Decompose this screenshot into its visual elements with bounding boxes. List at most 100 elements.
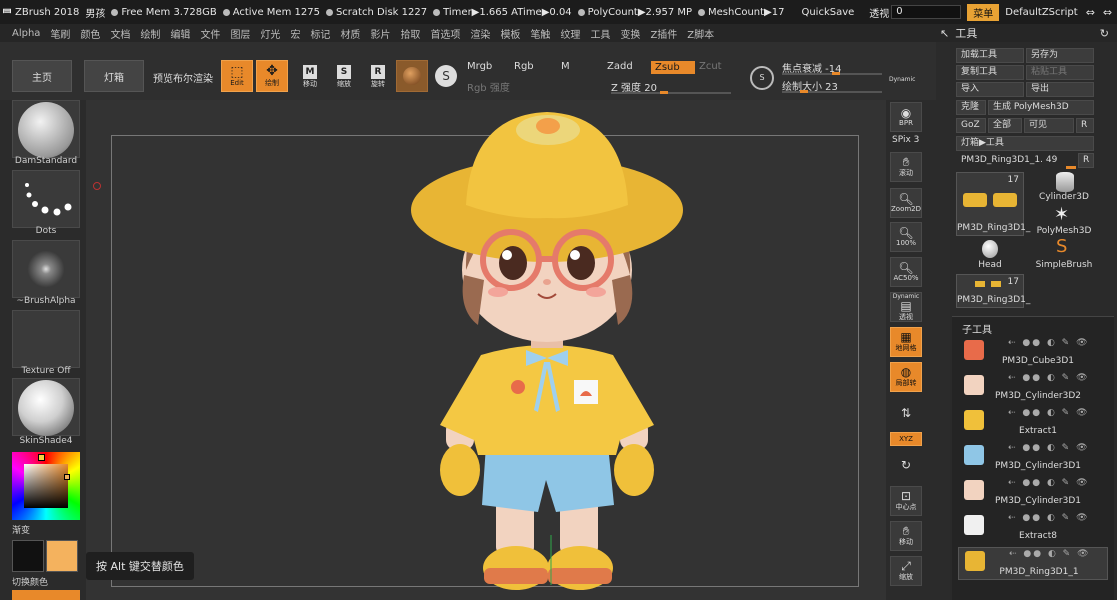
copy-tool-button[interactable]: 复制工具 (956, 65, 1024, 80)
spix-slider[interactable]: SPix 3 (892, 135, 919, 145)
subtool-row[interactable]: ⇠ ●● ◐ ✎ 👁︎ Extract1 (958, 407, 1108, 440)
menu-item[interactable]: 笔刷 (50, 26, 70, 41)
zoom2d-button[interactable]: 🔍︎ Zoom2D (890, 188, 922, 218)
toggle-icon[interactable]: ⇔ (1086, 6, 1095, 19)
goz-r-button[interactable]: R (1076, 118, 1094, 133)
tool-thumb-cylinder[interactable]: Cylinder3D (1030, 172, 1098, 204)
rgb-intensity-slider[interactable]: Rgb 强度 (467, 79, 510, 94)
scroll-button[interactable]: ✋︎ 滚动 (890, 152, 922, 182)
arrow-icon[interactable]: ↖ (940, 27, 949, 40)
material-swatch[interactable] (396, 60, 428, 92)
subtool-row[interactable]: ⇠ ●● ◐ ✎ 👁︎ PM3D_Cylinder3D1 (958, 442, 1108, 475)
center-point-button[interactable]: ⊡ 中心点 (890, 486, 922, 516)
scale-button[interactable]: S 缩放 (332, 62, 356, 92)
zcut-button[interactable]: Zcut (699, 61, 722, 72)
switch-color-button[interactable]: 切换颜色 (12, 575, 48, 588)
draw-button[interactable]: ✥ 绘制 (256, 60, 288, 92)
make-polymesh-button[interactable]: 生成 PolyMesh3D (988, 100, 1094, 115)
material-selector[interactable] (12, 378, 80, 436)
subtool-visibility-icons[interactable]: ⇠ ●● ◐ ✎ 👁︎ (1008, 513, 1090, 523)
goz-visible-button[interactable]: 可见 (1024, 118, 1074, 133)
menu-item[interactable]: 影片 (370, 26, 390, 41)
subtool-visibility-icons[interactable]: ⇠ ●● ◐ ✎ 👁︎ (1008, 338, 1090, 348)
document-canvas[interactable] (86, 100, 886, 600)
edit-button[interactable]: ⬚ Edit (221, 60, 253, 92)
stroke-icon[interactable]: S (435, 65, 457, 87)
rgb-button[interactable]: Rgb (514, 61, 534, 72)
stroke-selector[interactable] (12, 170, 80, 228)
tool-thumb-polymesh[interactable]: ✶ PolyMesh3D (1030, 204, 1098, 238)
goz-all-button[interactable]: 全部 (988, 118, 1022, 133)
focal-shift-knob[interactable] (832, 72, 840, 75)
subtool-visibility-icons[interactable]: ⇠ ●● ◐ ✎ 👁︎ (1008, 373, 1090, 383)
subtool-visibility-icons[interactable]: ⇠ ●● ◐ ✎ 👁︎ (1008, 478, 1090, 488)
half-size-button[interactable]: 🔍︎ AC50% (890, 257, 922, 287)
subtool-row[interactable]: ⇠ ●● ◐ ✎ 👁︎ PM3D_Cylinder3D1 (958, 477, 1108, 510)
mrgb-button[interactable]: Mrgb (467, 61, 492, 72)
menu-item[interactable]: 文档 (110, 26, 130, 41)
menu-item[interactable]: 灯光 (260, 26, 280, 41)
bpr-button[interactable]: ◉ BPR (890, 102, 922, 132)
perspective-button[interactable]: Dynamic ▤ 透视 (890, 292, 922, 322)
menu-item[interactable]: 绘制 (140, 26, 160, 41)
menu-item[interactable]: 拾取 (400, 26, 420, 41)
subtool-row[interactable]: ⇠ ●● ◐ ✎ 👁︎ PM3D_Ring3D1_1 (958, 547, 1108, 580)
menu-item[interactable]: 编辑 (170, 26, 190, 41)
subtool-visibility-icons[interactable]: ⇠ ●● ◐ ✎ 👁︎ (1008, 443, 1090, 453)
actual-size-button[interactable]: 🔍︎ 100% (890, 222, 922, 252)
subtool-visibility-icons[interactable]: ⇠ ●● ◐ ✎ 👁︎ (1008, 408, 1090, 418)
menu-item[interactable]: 首选项 (430, 26, 460, 41)
tool-thumb-ring-2[interactable]: 17 PM3D_Ring3D1_ (956, 274, 1030, 308)
tool-thumb-head[interactable]: Head (956, 240, 1024, 272)
home-button[interactable]: 主页 (12, 60, 72, 92)
color-picker[interactable] (12, 452, 80, 520)
scale-view-button[interactable]: ⤢ 缩放 (890, 556, 922, 586)
dynamic-toggle[interactable]: Dynamic (889, 76, 915, 83)
subtool-row[interactable]: ⇠ ●● ◐ ✎ 👁︎ PM3D_Cube3D1 (958, 337, 1108, 370)
menu-item[interactable]: Alpha (12, 28, 40, 39)
subtool-row[interactable]: ⇠ ●● ◐ ✎ 👁︎ Extract8 (958, 512, 1108, 545)
menu-item[interactable]: 标记 (310, 26, 330, 41)
secondary-color-swatch[interactable] (46, 540, 78, 572)
fill-bar[interactable] (12, 590, 80, 600)
rotate-button[interactable]: R 旋转 (366, 62, 390, 92)
move-button[interactable]: M 移动 (298, 62, 322, 92)
tool-thumb-ring[interactable]: 17 PM3D_Ring3D1_ (956, 172, 1030, 236)
draw-size-knob[interactable] (800, 90, 808, 93)
menu-item[interactable]: 颜色 (80, 26, 100, 41)
menu-item[interactable]: 纹理 (560, 26, 580, 41)
tool-thumb-simplebrush[interactable]: S SimpleBrush (1030, 236, 1098, 272)
lazy-mouse-icon[interactable]: S (750, 66, 774, 90)
subtool-row[interactable]: ⇠ ●● ◐ ✎ 👁︎ PM3D_Cylinder3D2 (958, 372, 1108, 405)
brush-selector[interactable] (12, 100, 80, 158)
alpha-selector[interactable] (12, 240, 80, 298)
zsub-button[interactable]: Zsub (651, 61, 695, 74)
menu-item[interactable]: 图层 (230, 26, 250, 41)
perspective-slider[interactable]: 透视 0 (869, 5, 962, 20)
m-button[interactable]: M (561, 61, 570, 72)
character-model[interactable] (86, 100, 886, 600)
refresh-icon[interactable]: ↻ (1100, 27, 1109, 40)
export-button[interactable]: 导出 (1026, 82, 1094, 97)
local-symmetry-button[interactable]: ◍ 局部转 (890, 362, 922, 392)
lightbox-button[interactable]: 灯箱 (84, 60, 144, 92)
load-tool-button[interactable]: 加载工具 (956, 48, 1024, 63)
paste-tool-button[interactable]: 粘贴工具 (1026, 65, 1094, 80)
toggle-icon[interactable]: ⇔ (1103, 6, 1112, 19)
floor-grid-button[interactable]: ▦ 地网格 (890, 327, 922, 357)
move-view-button[interactable]: ✋︎ 移动 (890, 521, 922, 551)
import-button[interactable]: 导入 (956, 82, 1024, 97)
current-tool-knob[interactable] (1066, 166, 1076, 169)
menu-item[interactable]: 变换 (620, 26, 640, 41)
primary-color-swatch[interactable] (12, 540, 44, 572)
default-zscript[interactable]: DefaultZScript (1005, 7, 1077, 18)
save-as-button[interactable]: 另存为 (1026, 48, 1094, 63)
preview-bool-button[interactable]: 预览布尔渲染 (153, 70, 213, 85)
menu-item[interactable]: 模板 (500, 26, 520, 41)
z-intensity-knob[interactable] (660, 91, 668, 94)
lightbox-tools-button[interactable]: 灯箱▶工具 (956, 136, 1094, 151)
subtool-visibility-icons[interactable]: ⇠ ●● ◐ ✎ 👁︎ (1009, 549, 1091, 559)
clone-button[interactable]: 克隆 (956, 100, 986, 115)
menu-item[interactable]: 文件 (200, 26, 220, 41)
quicksave-button[interactable]: QuickSave (801, 7, 854, 18)
